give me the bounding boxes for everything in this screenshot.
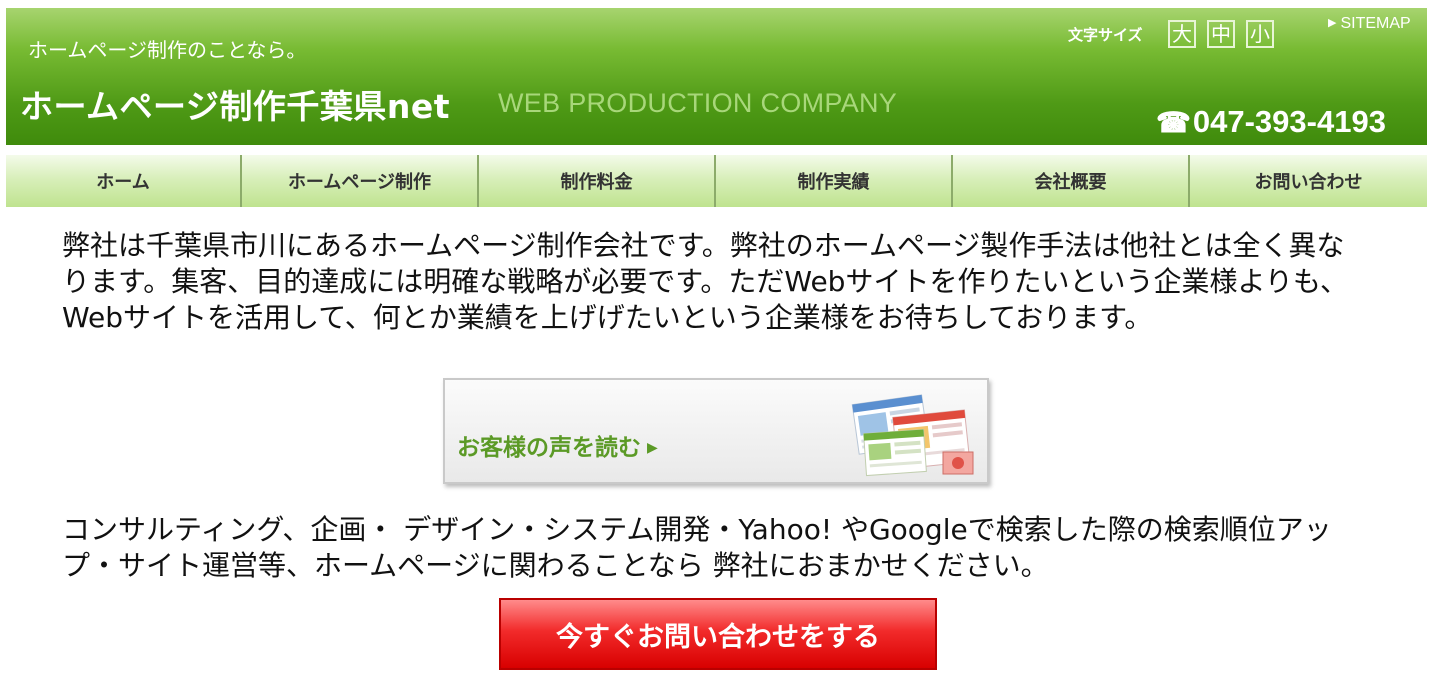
customer-voice-label: お客様の声を読む bbox=[457, 435, 641, 461]
triangle-right-icon: ▶ bbox=[647, 440, 658, 456]
sitemap-link[interactable]: ▶ SITEMAP bbox=[1328, 15, 1411, 33]
services-text: コンサルティング、企画・ デザイン・システム開発・Yahoo! やGoogleで… bbox=[62, 513, 1332, 582]
nav-item-company[interactable]: 会社概要 bbox=[953, 155, 1190, 207]
font-size-label: 文字サイズ bbox=[1068, 26, 1143, 44]
triangle-right-icon: ▶ bbox=[1328, 17, 1337, 29]
telephone-icon: ☎ bbox=[1156, 107, 1191, 138]
font-size-medium-button[interactable]: 中 bbox=[1207, 20, 1235, 48]
website-screenshots-image bbox=[851, 394, 974, 477]
global-nav: ホーム ホームページ制作 制作料金 制作実績 会社概要 お問い合わせ bbox=[6, 155, 1427, 207]
phone-value: 047-393-4193 bbox=[1192, 104, 1386, 139]
font-size-large-button[interactable]: 大 bbox=[1168, 20, 1196, 48]
nav-item-pricing[interactable]: 制作料金 bbox=[479, 155, 716, 207]
font-size-small-button[interactable]: 小 bbox=[1246, 20, 1274, 48]
contact-now-button[interactable]: 今すぐお問い合わせをする bbox=[499, 598, 937, 670]
customer-voice-link: お客様の声を読む ▶ bbox=[457, 428, 658, 462]
site-title[interactable]: ホームページ制作千葉県net bbox=[20, 80, 450, 128]
nav-item-works[interactable]: 制作実績 bbox=[716, 155, 953, 207]
nav-item-contact[interactable]: お問い合わせ bbox=[1190, 155, 1427, 207]
header-tagline: ホームページ制作のことなら。 bbox=[28, 38, 307, 62]
site-header: ホームページ制作のことなら。 ホームページ制作千葉県net WEB PRODUC… bbox=[6, 8, 1427, 145]
phone-number: ☎047-393-4193 bbox=[1156, 104, 1386, 140]
nav-item-home[interactable]: ホーム bbox=[6, 155, 242, 207]
nav-item-web-production[interactable]: ホームページ制作 bbox=[242, 155, 479, 207]
site-subtitle: WEB PRODUCTION COMPANY bbox=[498, 88, 898, 118]
intro-text: 弊社は千葉県市川にあるホームページ制作会社です。弊社のホームページ製作手法は他社… bbox=[62, 229, 1349, 334]
customer-voice-banner[interactable]: お客様の声を読む ▶ bbox=[443, 378, 989, 484]
sitemap-label: SITEMAP bbox=[1340, 15, 1411, 32]
